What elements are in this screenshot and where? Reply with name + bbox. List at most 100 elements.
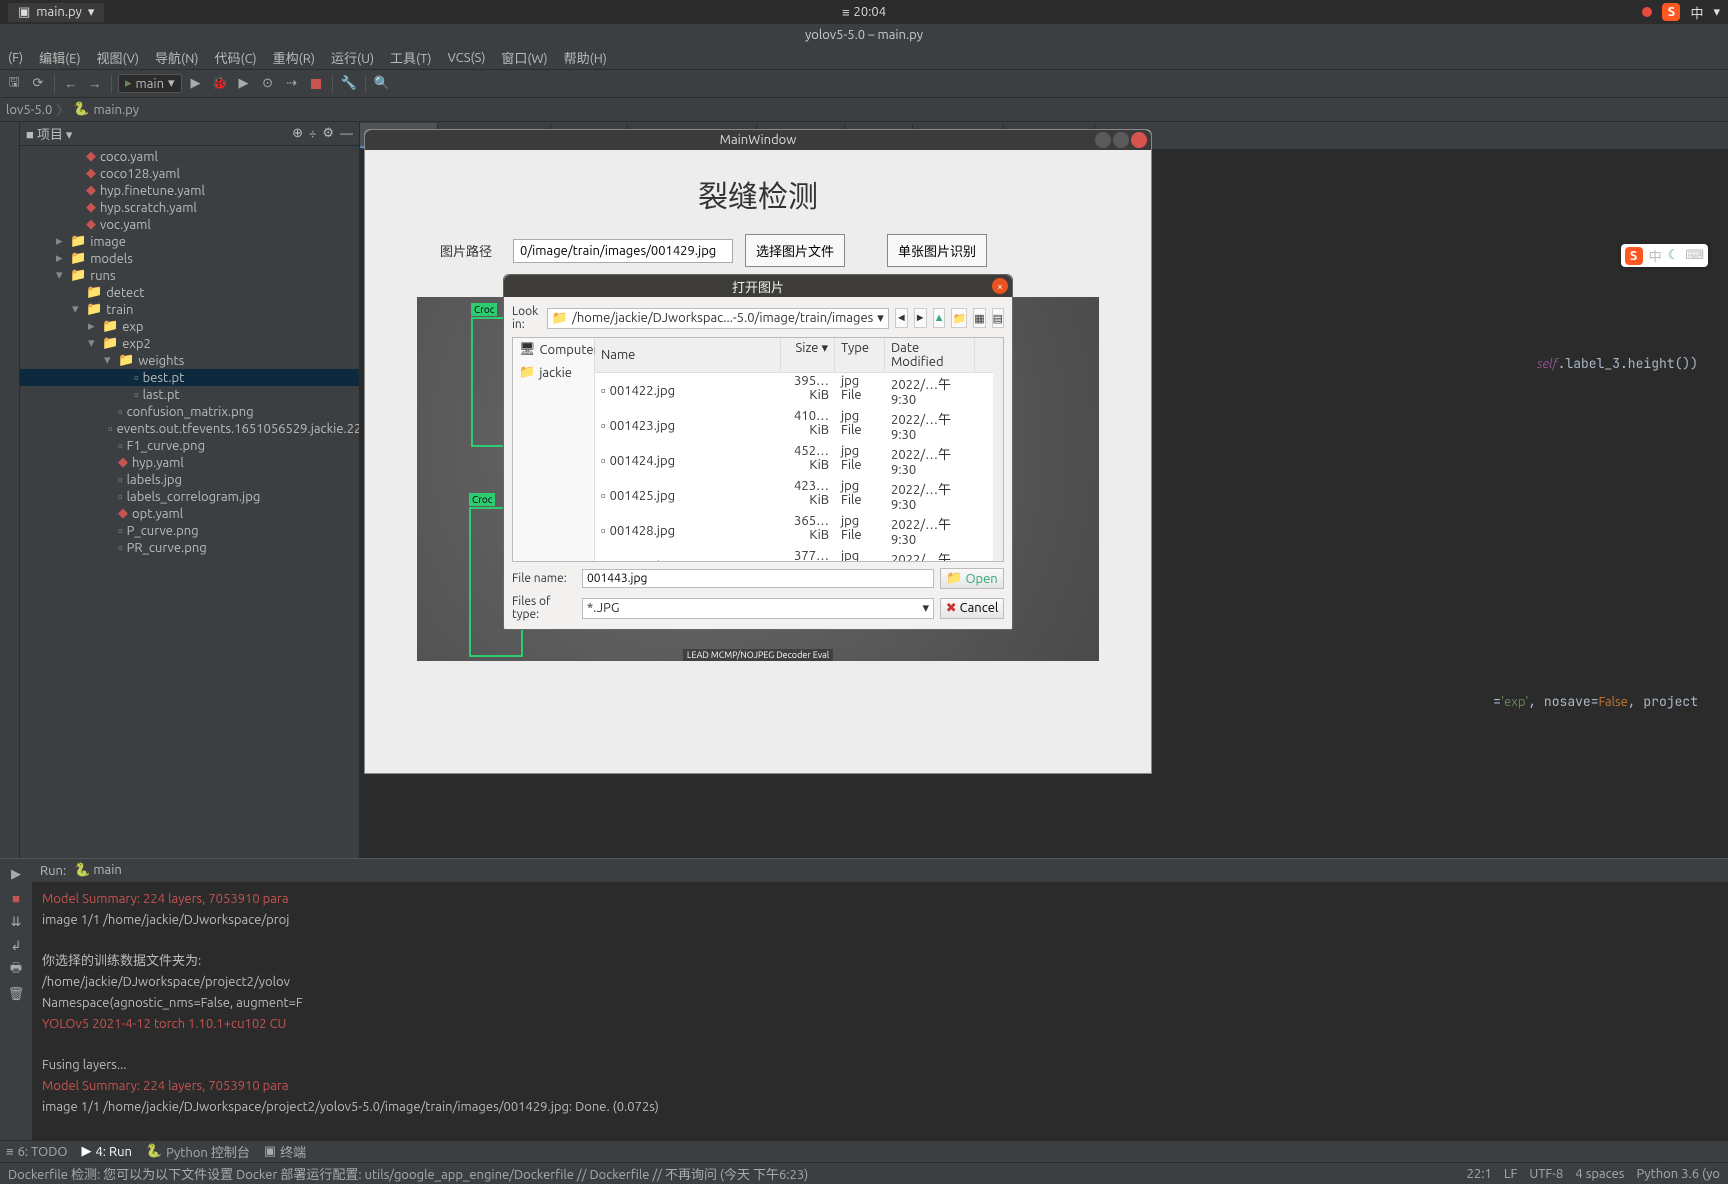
- collapse-icon[interactable]: ÷: [309, 127, 316, 141]
- chevron-icon[interactable]: ▾: [104, 353, 114, 368]
- run-button[interactable]: ▶: [186, 74, 206, 94]
- file-dialog-title-bar[interactable]: 打开图片 ×: [504, 275, 1012, 297]
- image-path-input[interactable]: [513, 239, 733, 263]
- menu-refactor[interactable]: 重构(R): [267, 46, 321, 69]
- tree-item[interactable]: ◆voc.yaml: [20, 216, 359, 233]
- tree-item[interactable]: ◆hyp.scratch.yaml: [20, 199, 359, 216]
- refresh-icon[interactable]: ⟳: [28, 74, 48, 94]
- run-tab-bottom[interactable]: ▶ 4: Run: [81, 1144, 131, 1159]
- terminal-tab[interactable]: ▣ 终端: [264, 1142, 306, 1161]
- tree-item[interactable]: ▫P_curve.png: [20, 522, 359, 539]
- todo-tab[interactable]: ≡ 6: TODO: [6, 1144, 67, 1159]
- ime-lang[interactable]: 中: [1690, 3, 1703, 22]
- minimize-icon[interactable]: [1095, 132, 1111, 148]
- detect-button[interactable]: 单张图片识别: [887, 234, 987, 267]
- col-date[interactable]: Date Modified: [885, 338, 975, 372]
- stop-button[interactable]: [311, 79, 321, 89]
- menu-help[interactable]: 帮助(H): [558, 46, 613, 69]
- new-folder-icon[interactable]: 📁: [951, 308, 967, 328]
- search-icon[interactable]: 🔍: [372, 74, 392, 94]
- file-row[interactable]: ▫001425.jpg423…KiBjpg File2022/…午9:30: [595, 478, 993, 513]
- forward-icon[interactable]: →: [85, 74, 105, 94]
- wrench-icon[interactable]: 🔧: [339, 74, 359, 94]
- back-icon[interactable]: ←: [61, 74, 81, 94]
- open-button[interactable]: 📁Open: [940, 568, 1004, 589]
- close-icon[interactable]: ×: [992, 278, 1008, 294]
- maximize-icon[interactable]: [1113, 132, 1129, 148]
- chevron-icon[interactable]: ▸: [56, 251, 66, 266]
- nav-up-icon[interactable]: ▲: [933, 308, 946, 328]
- chevron-icon[interactable]: ▾: [56, 268, 66, 283]
- menu-view[interactable]: 视图(V): [91, 46, 145, 69]
- file-row[interactable]: ▫001422.jpg395…KiBjpg File2022/…午9:30: [595, 373, 993, 408]
- menu-tools[interactable]: 工具(T): [384, 46, 437, 69]
- status-message[interactable]: Dockerfile 检测: 您可以为以下文件设置 Docker 部署运行配置:…: [8, 1164, 808, 1183]
- menu-run[interactable]: 运行(U): [325, 46, 380, 69]
- path-dropdown[interactable]: 📁 /home/jackie/DJworkspac...-5.0/image/t…: [547, 308, 889, 329]
- ime-float[interactable]: S 中 ☾ ⌨: [1621, 244, 1708, 267]
- hide-icon[interactable]: —: [340, 127, 353, 141]
- run-tab[interactable]: 🐍 main: [74, 863, 122, 878]
- chevron-icon[interactable]: ▾: [72, 302, 82, 317]
- trash-icon[interactable]: 🗑: [7, 985, 25, 1003]
- wrap-icon[interactable]: ↲: [7, 937, 25, 955]
- mainwindow-title-bar[interactable]: MainWindow: [365, 130, 1151, 150]
- indent[interactable]: 4 spaces: [1575, 1167, 1624, 1181]
- console-output[interactable]: Model Summary: 224 layers, 7053910 parai…: [32, 883, 1728, 1140]
- nav-fwd-icon[interactable]: ►: [914, 308, 927, 328]
- tree-item[interactable]: ◆coco128.yaml: [20, 165, 359, 182]
- target-icon[interactable]: ⊕: [292, 126, 303, 141]
- filetype-select[interactable]: *.JPG▾: [582, 598, 934, 619]
- chevron-icon[interactable]: ▸: [56, 234, 66, 249]
- rerun-icon[interactable]: ▶: [7, 865, 25, 883]
- tree-item[interactable]: ▫events.out.tfevents.1651056529.jackie.2…: [20, 420, 359, 437]
- gear-icon[interactable]: ⚙: [322, 126, 334, 141]
- file-row[interactable]: ▫001428.jpg365…KiBjpg File2022/…午9:30: [595, 513, 993, 548]
- col-type[interactable]: Type: [835, 338, 885, 372]
- save-icon[interactable]: 🖫: [4, 74, 24, 94]
- python-console-tab[interactable]: 🐍 Python 控制台: [146, 1142, 250, 1161]
- chevron-icon[interactable]: ▸: [88, 319, 98, 334]
- select-image-button[interactable]: 选择图片文件: [745, 234, 845, 267]
- tree-item[interactable]: ▫PR_curve.png: [20, 539, 359, 556]
- menu-code[interactable]: 代码(C): [208, 46, 262, 69]
- place-home[interactable]: 📁jackie: [513, 361, 594, 384]
- breadcrumb-root[interactable]: lov5-5.0: [6, 103, 52, 117]
- tree-item[interactable]: ▫labels_correlogram.jpg: [20, 488, 359, 505]
- detail-view-icon[interactable]: ▤: [992, 308, 1004, 328]
- menu-window[interactable]: 窗口(W): [495, 46, 553, 69]
- tree-item[interactable]: ▸📁models: [20, 250, 359, 267]
- stop-icon[interactable]: ■: [7, 889, 25, 907]
- line-sep[interactable]: LF: [1504, 1167, 1517, 1181]
- profile-icon[interactable]: ⊙: [258, 74, 278, 94]
- nav-back-icon[interactable]: ◄: [895, 308, 908, 328]
- menu-file[interactable]: (F): [2, 49, 29, 67]
- tree-item[interactable]: ◆hyp.finetune.yaml: [20, 182, 359, 199]
- tree-item[interactable]: ▫labels.jpg: [20, 471, 359, 488]
- menu-navigate[interactable]: 导航(N): [149, 46, 204, 69]
- tree-item[interactable]: ◆coco.yaml: [20, 148, 359, 165]
- file-list[interactable]: ▫001422.jpg395…KiBjpg File2022/…午9:30▫00…: [595, 373, 993, 561]
- file-row[interactable]: ▫001423.jpg410…KiBjpg File2022/…午9:30: [595, 408, 993, 443]
- tree-item[interactable]: ▫best.pt: [20, 369, 359, 386]
- close-icon[interactable]: [1131, 132, 1147, 148]
- filename-input[interactable]: [582, 569, 934, 588]
- tree-item[interactable]: ▾📁exp2: [20, 335, 359, 352]
- file-row[interactable]: ▫001424.jpg452…KiBjpg File2022/…午9:30: [595, 443, 993, 478]
- file-row[interactable]: ▫001429.jpg377…KiBjpg File2022/…午9:30: [595, 548, 993, 561]
- cancel-button[interactable]: ✖Cancel: [940, 598, 1004, 619]
- down-icon[interactable]: ⇊: [7, 913, 25, 931]
- interpreter[interactable]: Python 3.6 (yo: [1636, 1167, 1720, 1181]
- attach-icon[interactable]: ⇢: [282, 74, 302, 94]
- menu-edit[interactable]: 编辑(E): [33, 46, 86, 69]
- breadcrumb-file[interactable]: main.py: [93, 103, 139, 117]
- system-app-tab[interactable]: ▣ main.py ▾: [8, 3, 104, 22]
- tree-item[interactable]: ▾📁train: [20, 301, 359, 318]
- col-size[interactable]: Size: [795, 341, 818, 355]
- debug-button[interactable]: 🐞: [210, 74, 230, 94]
- tree-item[interactable]: ▫last.pt: [20, 386, 359, 403]
- print-icon[interactable]: 🖶: [7, 961, 25, 979]
- place-computer[interactable]: 🖥Computer: [513, 338, 594, 361]
- menu-vcs[interactable]: VCS(S): [441, 49, 491, 67]
- coverage-icon[interactable]: ▶: [234, 74, 254, 94]
